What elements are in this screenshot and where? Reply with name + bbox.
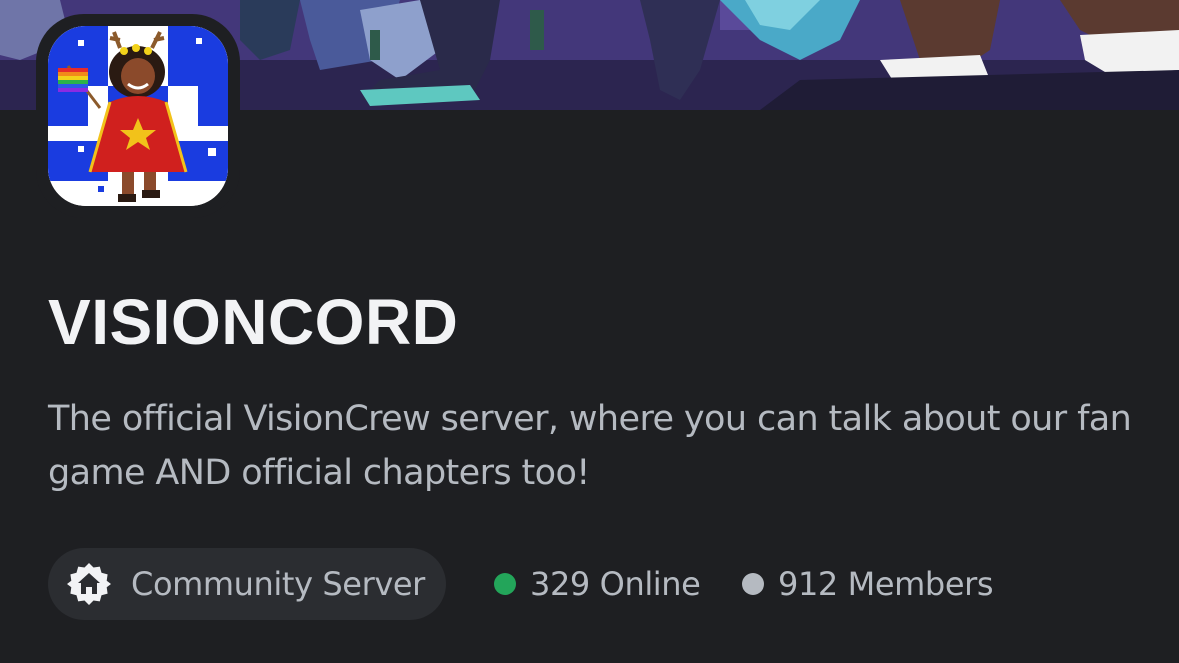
community-server-label: Community Server	[131, 565, 425, 603]
online-count: 329 Online	[494, 548, 701, 620]
member-count-text: 912 Members	[778, 565, 994, 603]
server-description: The official VisionCrew server, where yo…	[48, 399, 1132, 493]
community-server-badge[interactable]: Community Server	[48, 548, 446, 620]
server-name: VISIONCORD	[48, 286, 459, 358]
server-avatar[interactable]	[48, 26, 228, 206]
server-profile: VISIONCORD The official VisionCrew serve…	[0, 0, 1179, 663]
server-avatar-illustration	[48, 26, 228, 206]
members-status-dot	[742, 573, 764, 595]
home-badge-icon	[67, 563, 111, 605]
member-count: 912 Members	[742, 548, 994, 620]
online-status-dot	[494, 573, 516, 595]
online-count-text: 329 Online	[530, 565, 701, 603]
